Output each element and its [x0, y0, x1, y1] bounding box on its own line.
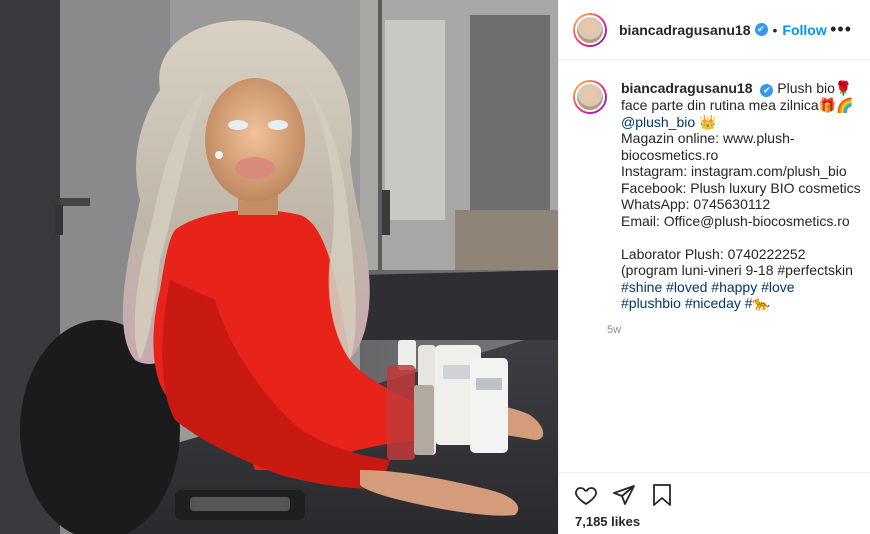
- post-header: biancadragusanu18 ✔ • Follow •••: [559, 0, 870, 60]
- caption-mention[interactable]: @plush_bio 👑: [621, 114, 855, 131]
- more-icon[interactable]: •••: [830, 19, 856, 40]
- caption-author-avatar[interactable]: [573, 80, 607, 114]
- caption-line: Email: Office@plush-biocosmetics.ro: [621, 212, 850, 229]
- share-icon[interactable]: [611, 482, 637, 508]
- caption-hashtags[interactable]: #shine #loved #happy #love: [621, 279, 855, 296]
- follow-button[interactable]: Follow: [782, 22, 826, 38]
- caption-line: face parte din rutina mea zilnica🎁🌈: [621, 97, 854, 113]
- caption-line: (program luni-vineri 9-18 #perfectskin: [621, 262, 853, 278]
- likes-count[interactable]: 7,185 likes: [575, 514, 640, 529]
- caption-line: Instagram: instagram.com/plush_bio: [621, 163, 847, 179]
- caption-line: biocosmetics.ro: [621, 146, 719, 163]
- action-bar: [559, 472, 870, 516]
- caption-line: Laborator Plush: 0740222252: [621, 245, 806, 262]
- heart-icon[interactable]: [573, 482, 599, 508]
- caption-hashtags[interactable]: #plushbio #niceday #🐆: [621, 295, 855, 312]
- caption-line: WhatsApp: 0745630112: [621, 196, 771, 212]
- caption-line: biancadragusanu18 ✔ Plush bio🌹: [621, 80, 853, 97]
- author-avatar[interactable]: [573, 12, 607, 47]
- verified-badge-icon: ✔: [760, 84, 774, 97]
- post-timestamp[interactable]: 5w: [607, 324, 855, 336]
- post-side-panel: biancadragusanu18 ✔ • Follow ••• biancad…: [558, 0, 870, 534]
- caption-section: biancadragusanu18 ✔ Plush bio🌹 face part…: [559, 60, 870, 336]
- caption-line: Facebook: Plush luxury BIO cosmetics: [621, 179, 861, 196]
- caption-line: Magazin online: www.plush-: [621, 130, 795, 146]
- author-username[interactable]: biancadragusanu18: [619, 22, 751, 38]
- post-photo[interactable]: [0, 0, 558, 534]
- post-image: [0, 0, 558, 534]
- verified-badge-icon: ✔: [754, 23, 768, 36]
- post-caption: biancadragusanu18 ✔ Plush bio🌹 face part…: [621, 80, 861, 312]
- bookmark-icon[interactable]: [649, 482, 675, 508]
- separator-dot: •: [772, 21, 778, 38]
- caption-username[interactable]: biancadragusanu18: [621, 80, 753, 96]
